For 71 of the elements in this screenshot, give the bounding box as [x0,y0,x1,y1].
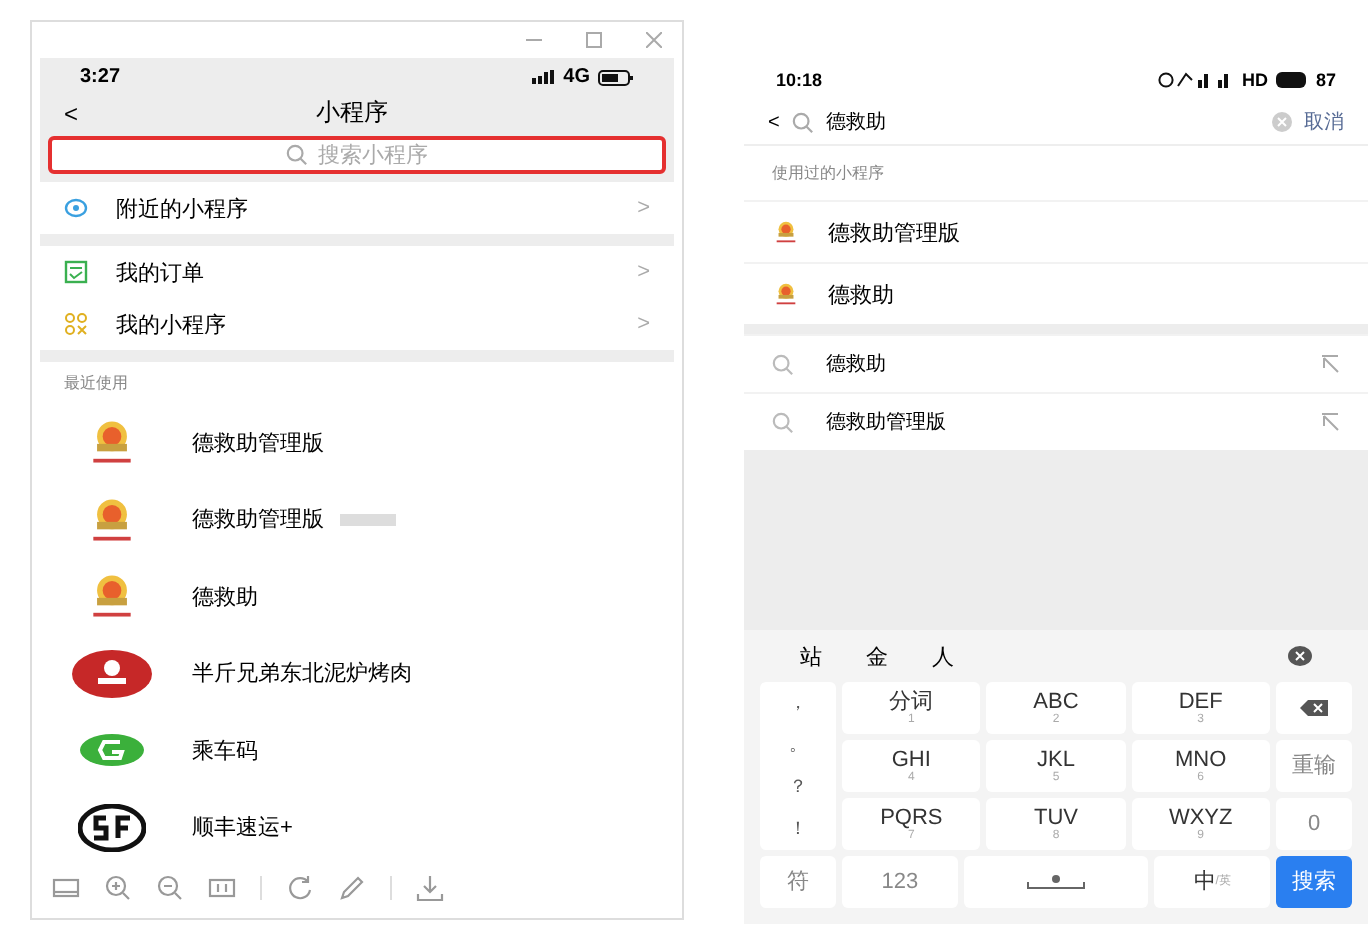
page-title: 小程序 [314,96,390,130]
zoom-out-icon[interactable] [156,874,184,902]
network-label: 4G [563,66,590,88]
candidate-word[interactable]: 金 [866,641,888,671]
search-icon [772,411,794,433]
microphone-icon [1025,874,1086,890]
mini-program-name[interactable]: 德救助管理版 [192,427,324,458]
menu-item[interactable]: 我的订单 > [40,246,674,298]
fill-arrow-icon[interactable] [1320,354,1340,374]
apps-icon [64,312,88,336]
rotate-icon[interactable] [286,874,314,902]
backspace-icon [1300,700,1328,716]
mini-program-name[interactable]: 德救助 [192,581,258,612]
menu-item[interactable]: 我的小程序 > [40,298,674,350]
search-icon [791,111,814,133]
punctuation-key[interactable]: ？ [789,777,807,797]
section-label: 最近使用 [62,372,130,396]
mini-program-name[interactable]: 顺丰速运+ [192,812,293,843]
space-key[interactable] [963,856,1149,908]
search-icon [772,353,794,375]
mini-program-name[interactable]: 乘车码 [192,735,258,766]
reinput-key[interactable]: 重输 [1276,740,1352,792]
punctuation-key[interactable]: ， [789,693,807,713]
download-icon[interactable] [416,874,444,902]
sf-logo-icon [78,803,146,852]
layout-icon[interactable] [52,874,80,902]
status-time: 10:18 [776,70,823,90]
status-time: 3:27 [80,66,121,88]
punctuation-key[interactable]: ！ [789,819,807,839]
location-icon [64,196,88,220]
order-icon [64,260,88,284]
signal-icon [531,70,556,84]
symbols-key[interactable]: 符 [760,856,836,908]
status-label: HD [1241,70,1268,90]
section-label: 使用过的小程序 [744,144,1368,200]
trial-tag [340,513,396,526]
fill-arrow-icon[interactable] [1320,412,1340,432]
battery-icon [1275,72,1308,88]
emblem-icon [772,280,800,308]
search-key[interactable]: 搜索 [1276,856,1352,908]
menu-item[interactable]: 附近的小程序 > [40,182,674,234]
clear-icon[interactable] [1272,112,1292,132]
zoom-in-icon[interactable] [104,874,132,902]
search-field[interactable]: 德救助 [825,108,1260,136]
candidate-word[interactable]: 人 [932,641,954,671]
back-button[interactable]: < [64,99,79,127]
numbers-key[interactable]: 123 [842,856,958,908]
status-icons-drawing [1157,72,1234,88]
backspace-key[interactable] [1276,682,1352,734]
bus-code-logo-icon [80,732,144,769]
mini-program-name[interactable]: 德救助 [828,279,894,309]
pencil-icon[interactable] [338,874,366,902]
search-history-item[interactable]: 德救助管理版 [826,408,1288,436]
search-history-item[interactable]: 德救助 [826,350,1288,378]
emblem-icon [772,218,800,246]
actual-size-icon[interactable] [208,874,236,902]
maximize-icon[interactable] [586,32,602,48]
mini-program-name[interactable]: 德救助管理版 [828,217,960,247]
collapse-icon[interactable] [1288,646,1312,666]
cancel-link[interactable]: 取消 [1304,108,1344,136]
restaurant-logo-icon [72,649,152,698]
battery-icon [598,69,634,85]
mini-program-name[interactable]: 半斤兄弟东北泥炉烤肉 [192,658,412,689]
back-button[interactable]: < [768,111,780,133]
punctuation-key[interactable]: 。 [789,735,807,755]
close-icon[interactable] [646,32,662,48]
candidate-word[interactable]: 站 [800,641,822,671]
search-icon [286,144,308,166]
zero-key[interactable]: 0 [1276,798,1352,850]
mini-program-name[interactable]: 德救助管理版 [192,504,324,535]
battery-level: 87 [1315,70,1336,90]
